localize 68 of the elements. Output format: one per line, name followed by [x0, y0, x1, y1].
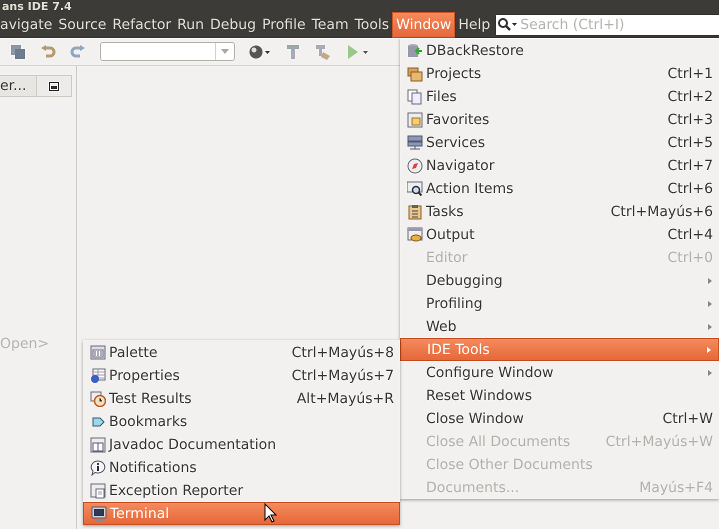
compass-icon: [407, 158, 423, 174]
menu-bar-item[interactable]: Run: [174, 12, 208, 38]
menu-item[interactable]: Web: [400, 315, 719, 338]
menu-item[interactable]: Palette Ctrl+Mayús+8: [83, 341, 400, 364]
undo-icon[interactable]: [40, 44, 56, 60]
submenu-arrow-icon: [707, 322, 713, 330]
run-icon[interactable]: [345, 44, 369, 60]
menu-bar-item[interactable]: Team: [308, 12, 352, 38]
info-icon: [90, 460, 106, 476]
menu-item[interactable]: Close Window Ctrl+W: [400, 407, 719, 430]
submenu-arrow-icon: [707, 368, 713, 376]
menu-bar-item[interactable]: Debug: [207, 12, 260, 38]
mouse-cursor-icon: [264, 503, 277, 523]
menu-bar-item[interactable]: Source: [55, 12, 110, 38]
server-icon: [407, 134, 423, 150]
menu-item[interactable]: Properties Ctrl+Mayús+7: [83, 364, 400, 387]
menu-bar-item[interactable]: Profile: [259, 12, 309, 38]
submenu-arrow-icon: [707, 300, 713, 308]
folder-icon: [407, 66, 423, 82]
minimize-button[interactable]: [37, 75, 72, 97]
menu-item[interactable]: Bookmarks: [83, 410, 400, 433]
database-icon: [407, 42, 423, 58]
monitor-icon: [91, 506, 107, 522]
menu-item[interactable]: Reset Windows: [400, 384, 719, 407]
menu-item[interactable]: Files Ctrl+2: [400, 85, 719, 108]
menu-item[interactable]: Output Ctrl+4: [400, 223, 719, 246]
bar-window-icon: [90, 344, 106, 360]
magnifier-icon: [407, 180, 423, 196]
window-icon: [407, 226, 423, 242]
menu-item[interactable]: Exception Reporter: [83, 479, 400, 502]
menu-item[interactable]: Projects Ctrl+1: [400, 62, 719, 85]
configuration-dropdown[interactable]: [100, 42, 235, 61]
menu-item[interactable]: Test Results Alt+Mayús+R: [83, 387, 400, 410]
document-icon: [90, 482, 106, 498]
empty-panel-text: Open>: [0, 336, 50, 352]
menu-bar-item[interactable]: avigate: [0, 12, 56, 38]
menu-item[interactable]: Tasks Ctrl+Mayús+6: [400, 200, 719, 223]
panel-tab[interactable]: er...: [0, 75, 37, 97]
window-icon: [407, 112, 423, 128]
clipboard-icon: [407, 204, 423, 220]
menu-item[interactable]: Javadoc Documentation: [83, 433, 400, 456]
minimize-icon: [49, 82, 59, 90]
menu-item[interactable]: Action Items Ctrl+6: [400, 177, 719, 200]
window-title: ans IDE 7.4: [1, 1, 72, 12]
save-all-icon[interactable]: [10, 44, 26, 60]
menu-item[interactable]: Notifications: [83, 456, 400, 479]
menu-bar-item[interactable]: Help: [455, 12, 494, 38]
globe-icon[interactable]: [249, 44, 271, 60]
menu-item[interactable]: Debugging: [400, 269, 719, 292]
menu-item[interactable]: Favorites Ctrl+3: [400, 108, 719, 131]
clock-icon: [90, 390, 106, 406]
submenu-arrow-icon: [706, 346, 712, 354]
submenu-arrow-icon: [707, 276, 713, 284]
search-box[interactable]: Search (Ctrl+I): [496, 15, 719, 35]
menu-item[interactable]: Navigator Ctrl+7: [400, 154, 719, 177]
menu-item[interactable]: Services Ctrl+5: [400, 131, 719, 154]
book-icon: [90, 436, 106, 452]
menu-item[interactable]: Configure Window: [400, 361, 719, 384]
menu-item[interactable]: DBackRestore: [400, 39, 719, 62]
redo-icon[interactable]: [70, 44, 86, 60]
menu-bar-item[interactable]: Tools: [352, 12, 392, 38]
caret-icon: [221, 49, 229, 54]
search-icon: [496, 17, 518, 33]
table-icon: [90, 368, 106, 384]
menu-item[interactable]: Profiling: [400, 292, 719, 315]
hammer-icon[interactable]: [285, 44, 301, 60]
document-icon: [407, 88, 423, 104]
menu-bar-item[interactable]: Refactor: [109, 12, 174, 38]
